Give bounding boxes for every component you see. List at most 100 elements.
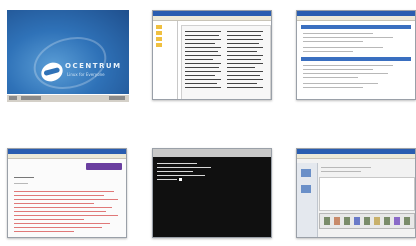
image-icon	[404, 217, 410, 225]
text-line	[185, 35, 219, 36]
image-icon	[344, 217, 350, 225]
text-line	[303, 41, 363, 42]
section-header-bar	[301, 25, 411, 29]
window-menubar	[297, 154, 415, 159]
text-line	[14, 227, 102, 228]
text-line	[227, 79, 263, 80]
thumbnail-web-form[interactable]	[296, 10, 416, 100]
text-line	[303, 87, 363, 88]
window-menubar	[8, 154, 126, 159]
text-line	[14, 195, 104, 196]
text-line	[14, 199, 118, 200]
text-line	[227, 71, 263, 72]
image-icon	[324, 217, 330, 225]
text-line	[185, 39, 221, 40]
text-line	[227, 43, 259, 44]
image-icon	[384, 217, 390, 225]
terminal-line	[157, 175, 205, 176]
thumbnail-file-browser[interactable]	[152, 10, 272, 100]
section-header-bar	[301, 57, 411, 61]
text-line	[227, 83, 257, 84]
terminal-line	[157, 171, 193, 172]
text-line	[185, 51, 218, 52]
folder-icon	[301, 185, 311, 193]
thumbnail-terminal[interactable]	[152, 148, 272, 238]
text-line	[14, 207, 112, 208]
text-line	[185, 55, 221, 56]
text-line	[321, 167, 371, 168]
text-line	[227, 35, 261, 36]
text-line	[303, 77, 358, 78]
text-line	[14, 183, 28, 184]
image-icon	[354, 217, 360, 225]
text-line	[303, 69, 373, 70]
text-line	[303, 47, 383, 48]
text-line	[321, 171, 361, 172]
terminal-line	[157, 163, 197, 164]
text-line	[14, 215, 118, 216]
text-line	[14, 211, 106, 212]
desktop-brand: OCENTRUM	[65, 62, 122, 70]
window-menubar	[297, 16, 415, 21]
file-list	[319, 177, 415, 211]
text-line	[14, 203, 94, 204]
text-line	[227, 47, 263, 48]
thumbnail-web-page[interactable]	[7, 148, 127, 238]
text-line	[303, 33, 373, 34]
folder-icon	[156, 31, 162, 35]
text-line	[185, 71, 221, 72]
thumbnail-desktop[interactable]: OCENTRUM Linux for Everyone	[7, 10, 129, 102]
text-line	[185, 83, 217, 84]
text-line	[185, 47, 221, 48]
text-line	[14, 191, 114, 192]
text-line	[227, 59, 261, 60]
purple-banner-button	[86, 163, 122, 170]
folder-icon	[156, 37, 162, 41]
image-icon	[334, 217, 340, 225]
taskbar	[7, 94, 129, 102]
text-line	[185, 75, 215, 76]
terminal-line	[157, 167, 211, 168]
text-line	[227, 51, 257, 52]
folder-icon	[156, 43, 162, 47]
text-line	[185, 63, 221, 64]
text-line	[227, 39, 263, 40]
text-line	[227, 31, 263, 32]
text-line	[227, 67, 255, 68]
text-line	[303, 65, 393, 66]
text-line	[227, 87, 263, 88]
terminal-line	[157, 179, 177, 180]
text-line	[303, 73, 388, 74]
terminal-cursor	[179, 178, 182, 181]
text-line	[185, 59, 213, 60]
text-line	[227, 55, 263, 56]
text-line	[14, 223, 110, 224]
text-line	[303, 51, 353, 52]
folder-icon	[156, 25, 162, 29]
text-line	[303, 83, 378, 84]
text-line	[14, 231, 74, 232]
image-icon	[394, 217, 400, 225]
text-line	[185, 43, 215, 44]
folder-icon	[301, 169, 311, 177]
text-line	[185, 67, 219, 68]
places-sidebar	[297, 163, 318, 237]
heading-line	[14, 177, 34, 178]
image-icon	[364, 217, 370, 225]
text-line	[227, 75, 260, 76]
start-button-icon	[9, 96, 17, 100]
text-line	[227, 63, 263, 64]
thumbnail-file-manager[interactable]	[296, 148, 416, 238]
text-line	[303, 37, 393, 38]
desktop-tagline: Linux for Everyone	[67, 72, 105, 77]
text-line	[14, 219, 84, 220]
clock	[109, 96, 125, 100]
image-thumbnail-strip	[319, 213, 415, 229]
text-line	[185, 31, 221, 32]
taskbar-item	[21, 96, 41, 100]
terminal-titlebar	[153, 149, 271, 157]
text-line	[185, 87, 221, 88]
image-icon	[374, 217, 380, 225]
folder-tree	[153, 21, 178, 99]
text-line	[185, 79, 221, 80]
